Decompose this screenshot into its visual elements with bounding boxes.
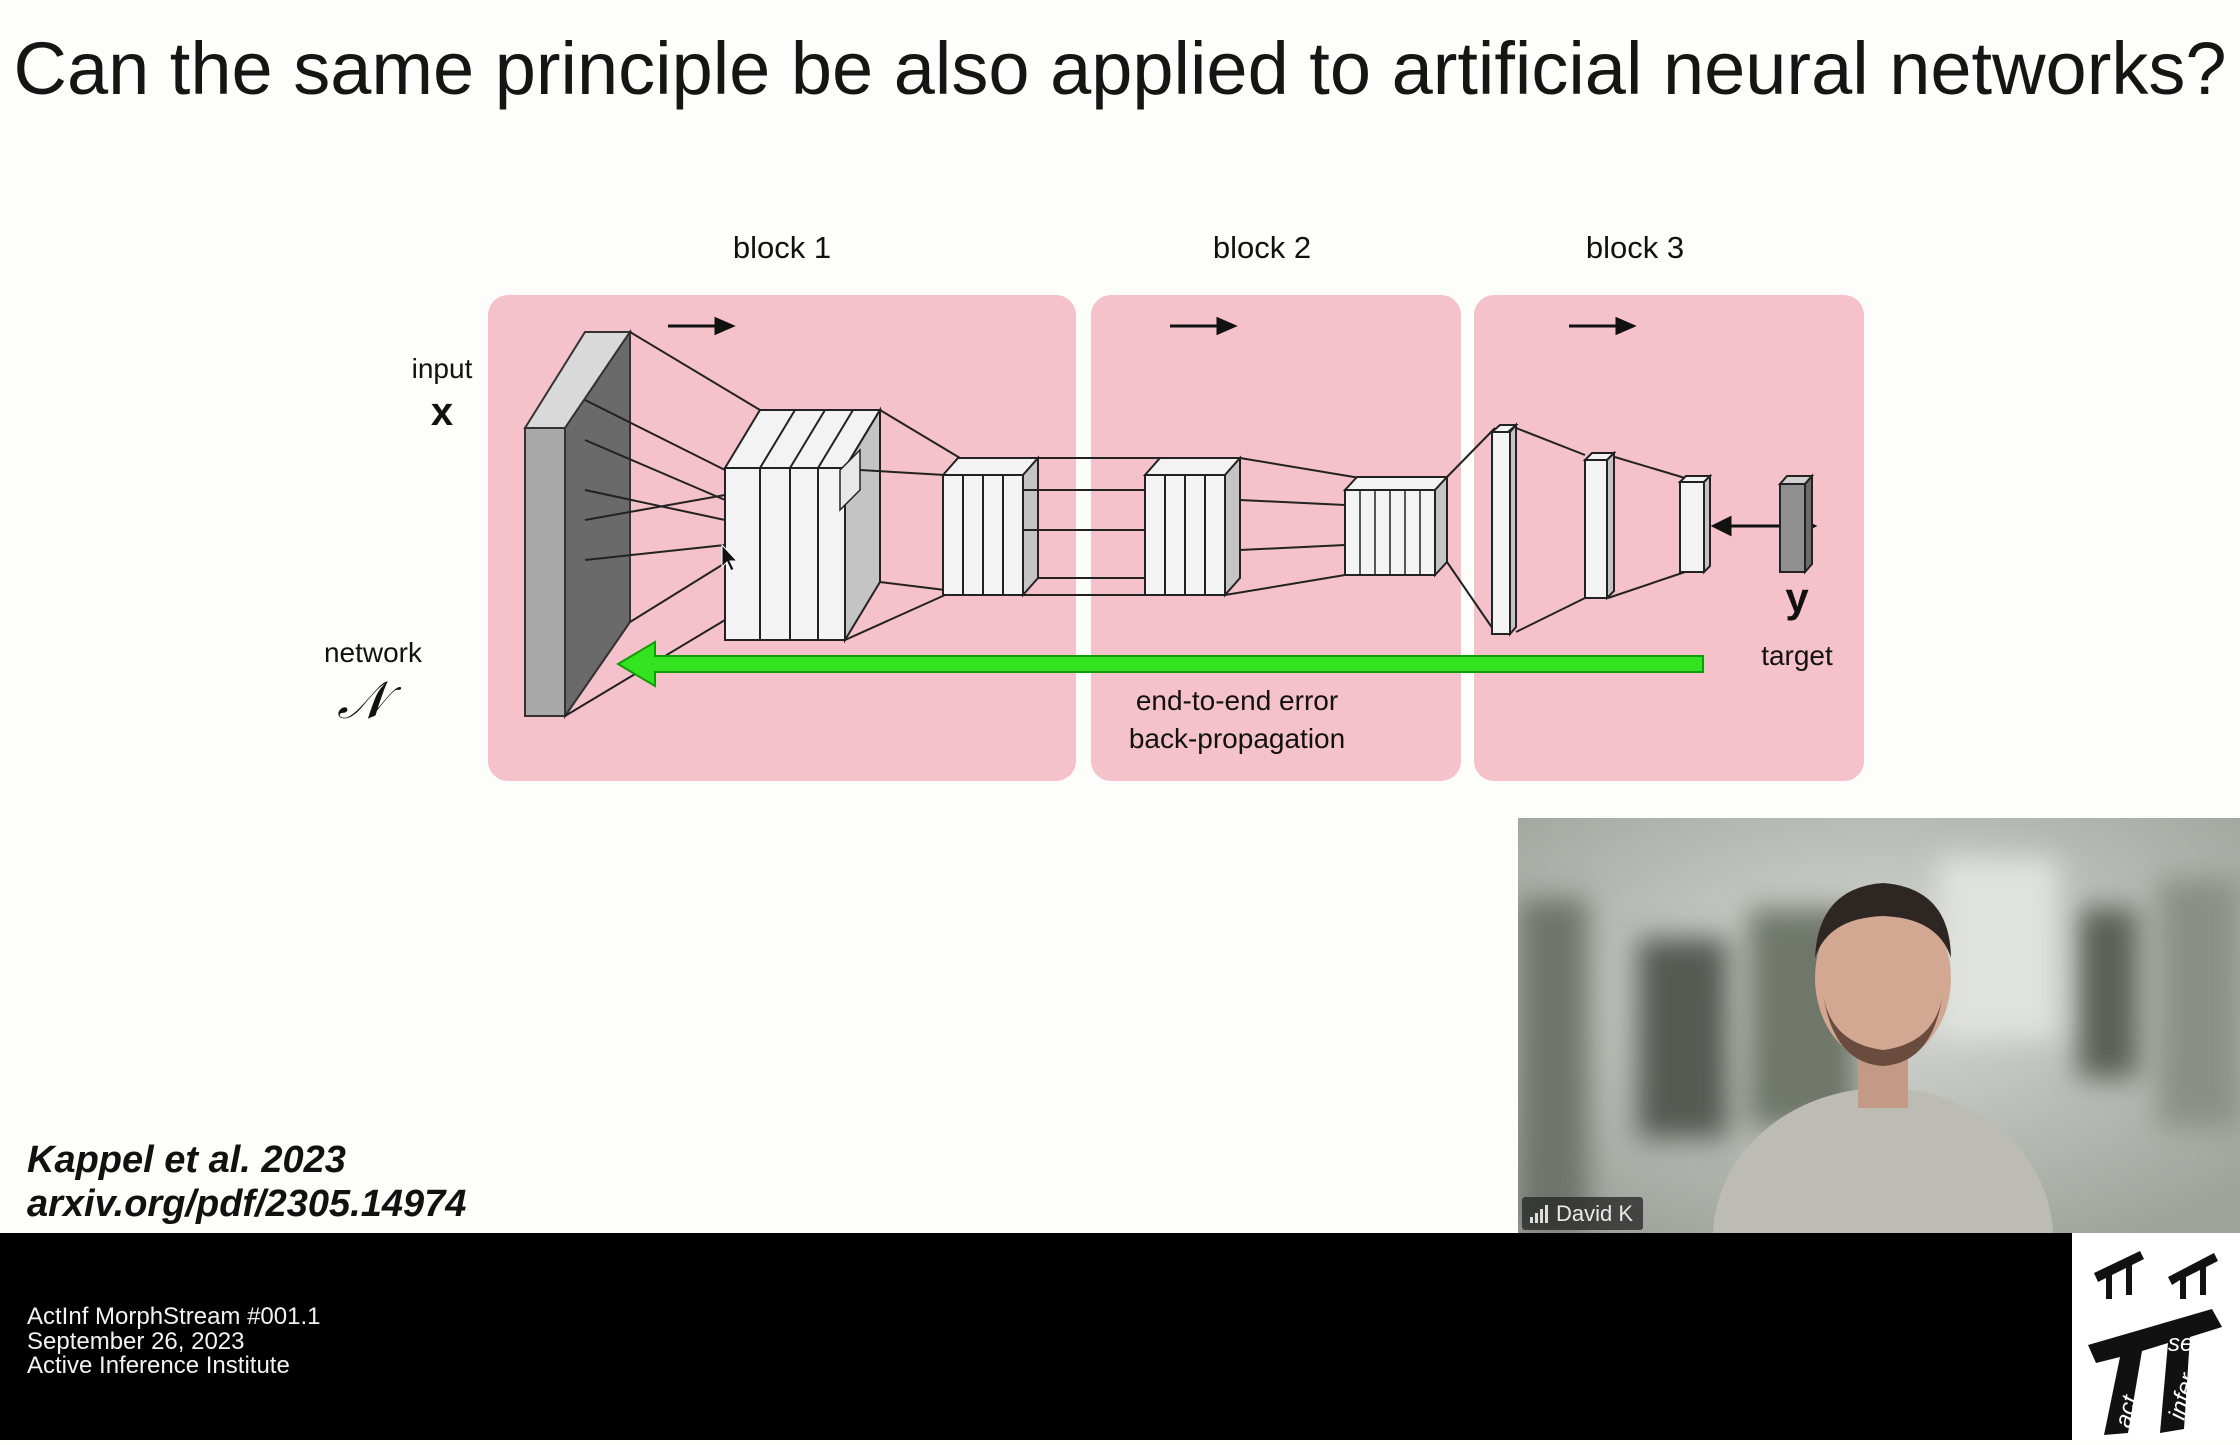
participant-video[interactable] [1518,818,2240,1233]
reference-author: Kappel et al. 2023 [27,1139,346,1181]
network-symbol: 𝒩 [337,671,402,731]
conv-layer-3 [1142,455,1243,598]
participant-name-tag: David K [1522,1197,1644,1230]
conv-layer-4 [1342,474,1450,578]
block-3-label: block 3 [1586,230,1684,265]
target-label: target [1761,640,1833,671]
footer-institute: Active Inference Institute [27,1352,290,1379]
input-label: input [412,353,473,384]
logo-word-serve: serve [2168,1330,2227,1357]
participant-name: David K [1556,1201,1634,1226]
reference-link[interactable]: arxiv.org/pdf/2305.14974 [27,1182,466,1226]
pi-logo: serve act infer [2072,1233,2240,1440]
network-label: network [324,637,423,668]
dense-layer-1 [1489,422,1519,637]
footer-text: ActInf MorphStream #001.1 September 26, … [27,1303,321,1379]
dense-layer-3 [1677,473,1713,575]
network-diagram: block 1 block 2 block 3 input x network … [324,230,1864,781]
target-symbol: y [1785,574,1809,621]
reference: Kappel et al. 2023 arxiv.org/pdf/2305.14… [27,1138,466,1226]
conv-layer-1 [723,406,882,644]
backprop-label-line2: back-propagation [1129,723,1345,754]
pi-logo-icon: serve act infer [2072,1233,2240,1440]
block-1-label: block 1 [733,230,831,265]
dense-layer-2 [1582,450,1617,601]
input-symbol: x [431,390,453,434]
signal-bars-icon [1530,1204,1548,1223]
footer-date: September 26, 2023 [27,1327,245,1355]
conv-layer-2 [940,455,1041,598]
block-2-label: block 2 [1213,230,1311,265]
footer-stream-title: ActInf MorphStream #001.1 [27,1303,321,1330]
footer-bar [0,1233,2240,1440]
backprop-label-line1: end-to-end error [1136,685,1338,716]
participant-video-frame [1518,818,2240,1233]
target-layer [1777,473,1815,575]
